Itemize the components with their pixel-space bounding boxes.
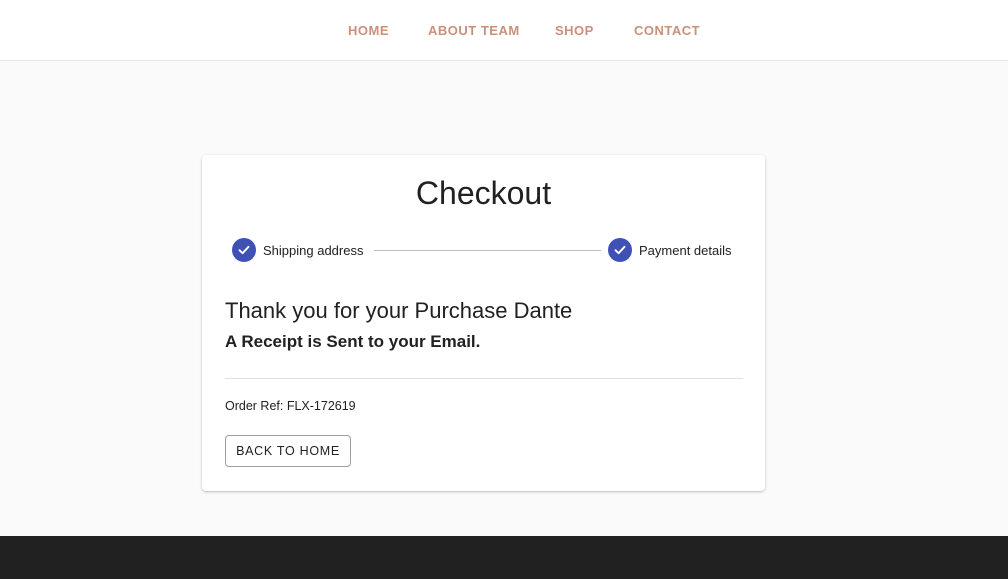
check-circle-icon — [608, 238, 632, 262]
stepper-connector — [374, 250, 601, 251]
step-label-shipping-address: Shipping address — [263, 242, 364, 258]
order-reference: Order Ref: FLX-172619 — [225, 399, 356, 413]
divider — [225, 378, 743, 379]
stepper-step-payment-details: Payment details — [608, 238, 732, 262]
receipt-message: A Receipt is Sent to your Email. — [225, 332, 481, 351]
back-to-home-button[interactable]: BACK TO HOME — [225, 435, 351, 467]
nav-shop-link[interactable]: SHOP — [555, 0, 594, 60]
thank-you-message: Thank you for your Purchase Dante — [225, 298, 573, 323]
stepper-step-shipping-address: Shipping address — [232, 238, 363, 262]
nav-about-team-link[interactable]: ABOUT TEAM — [428, 0, 520, 60]
checkout-title: Checkout — [415, 175, 552, 211]
check-circle-icon — [232, 238, 256, 262]
nav-home-link[interactable]: HOME — [348, 0, 389, 60]
step-label-payment-details: Payment details — [639, 242, 732, 258]
checkout-card: Checkout Shipping address Payment detail… — [202, 155, 765, 491]
page-footer — [0, 536, 1008, 579]
nav-contact-link[interactable]: CONTACT — [634, 0, 700, 60]
top-navigation-bar: HOME ABOUT TEAM SHOP CONTACT — [0, 0, 1008, 61]
